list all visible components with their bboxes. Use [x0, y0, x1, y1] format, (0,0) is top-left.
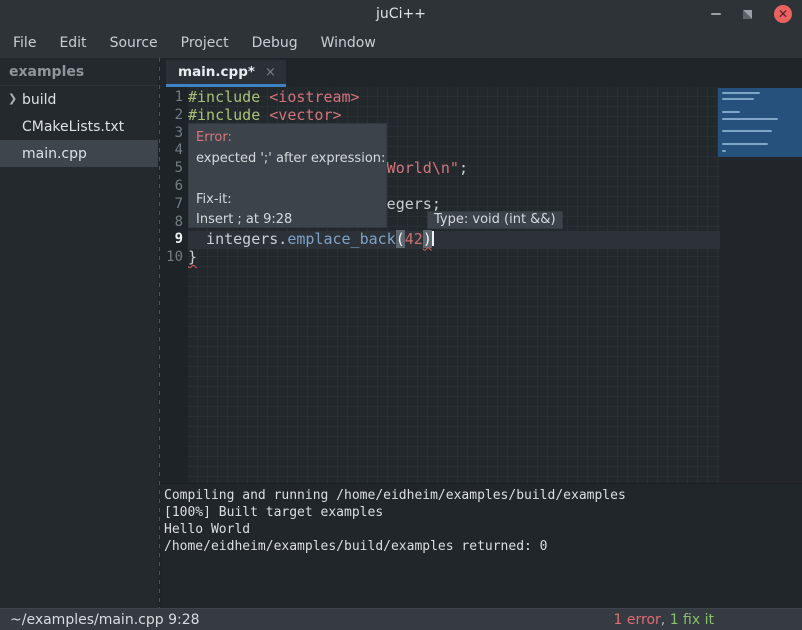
code-token: <iostream> — [269, 88, 359, 106]
code-line-2[interactable]: #include <vector> — [188, 107, 720, 125]
terminal-output-line: [100%] Built target examples — [164, 504, 802, 521]
text-cursor — [432, 231, 434, 246]
status-file-location: ~/examples/main.cpp 9:28 — [0, 612, 200, 628]
menu-item-edit[interactable]: Edit — [56, 33, 89, 53]
line-number: 10 — [161, 249, 188, 267]
menu-item-file[interactable]: File — [10, 33, 39, 53]
code-editor[interactable]: 12345678910 #include <iostream>#include … — [161, 87, 802, 483]
line-number: 8 — [161, 214, 188, 232]
line-number: 7 — [161, 196, 188, 214]
tree-item-build[interactable]: ❯build — [0, 86, 158, 113]
tooltip-spacer — [196, 169, 379, 190]
code-token: #include — [188, 88, 269, 106]
line-number: 6 — [161, 178, 188, 196]
minimap-code-line — [722, 98, 754, 100]
minimap-code-line — [722, 118, 778, 120]
tree-item-main-cpp[interactable]: main.cpp — [0, 140, 158, 167]
editor-pane: main.cpp* × 12345678910 #include <iostre… — [161, 58, 802, 608]
minimize-icon[interactable] — [711, 13, 721, 15]
tab-main-cpp[interactable]: main.cpp* × — [166, 60, 286, 87]
build-terminal[interactable]: Compiling and running /home/eidheim/exam… — [161, 483, 802, 608]
fixit-title: Fix-it: — [196, 190, 379, 211]
line-number: 1 — [161, 89, 188, 107]
line-number: 2 — [161, 107, 188, 125]
status-separator: , — [661, 612, 670, 628]
code-token: emplace_back — [287, 230, 395, 248]
menu-item-project[interactable]: Project — [178, 33, 232, 53]
line-number: 9 — [161, 231, 188, 249]
minimap-code-line — [722, 150, 726, 152]
minimap-code-line — [722, 130, 772, 132]
tab-label: main.cpp* — [178, 64, 255, 80]
terminal-output-line: Compiling and running /home/eidheim/exam… — [164, 487, 802, 504]
line-number: 5 — [161, 160, 188, 178]
code-token: } — [188, 248, 197, 266]
title-bar: juCi++ ✕ — [0, 0, 802, 28]
window-controls: ✕ — [711, 0, 792, 28]
minimap-slider[interactable] — [718, 88, 802, 157]
minimap-code-line — [722, 111, 740, 113]
tab-close-icon[interactable]: × — [265, 65, 276, 80]
code-line-9[interactable]: integers.emplace_back(42) — [188, 231, 720, 249]
line-number-gutter: 12345678910 — [161, 87, 188, 483]
diagnostic-tooltip: Error: expected ';' after expression: Fi… — [188, 123, 387, 228]
tree-item-cmakelists-txt[interactable]: CMakeLists.txt — [0, 113, 158, 140]
status-fixit-count: 1 fix it — [670, 612, 714, 628]
tree-item-label: main.cpp — [22, 146, 87, 162]
project-name: examples — [0, 58, 158, 86]
status-diagnostics: 1 error, 1 fix it — [614, 612, 714, 628]
error-message: expected ';' after expression: — [196, 149, 379, 170]
terminal-output-line: /home/eidheim/examples/build/examples re… — [164, 538, 802, 555]
code-token: ) — [423, 230, 432, 248]
line-number: 3 — [161, 125, 188, 143]
code-token: #include — [188, 106, 269, 124]
type-tooltip: Type: void (int &&) — [427, 211, 563, 229]
menu-item-window[interactable]: Window — [318, 33, 379, 53]
status-error-count: 1 error — [614, 612, 661, 628]
menu-bar: File Edit Source Project Debug Window — [0, 28, 802, 58]
code-token: <vector> — [269, 106, 341, 124]
restore-icon[interactable] — [743, 10, 752, 19]
menu-item-source[interactable]: Source — [107, 33, 161, 53]
code-token: ; — [459, 159, 468, 177]
terminal-output-line: Hello World — [164, 521, 802, 538]
minimap-code-line — [722, 143, 768, 145]
code-token: integers. — [188, 230, 287, 248]
menu-item-debug[interactable]: Debug — [249, 33, 301, 53]
code-token: ( — [396, 230, 405, 248]
project-tree: examples ❯build CMakeLists.txt main.cpp — [0, 58, 158, 608]
tree-item-label: CMakeLists.txt — [22, 119, 124, 135]
tab-bar: main.cpp* × — [161, 58, 802, 87]
window-title: juCi++ — [376, 6, 426, 22]
code-line-1[interactable]: #include <iostream> — [188, 89, 720, 107]
tree-item-label: build — [22, 92, 56, 108]
minimap-code-line — [722, 92, 760, 94]
jucipp-window: juCi++ ✕ File Edit Source Project Debug Windo… — [0, 0, 802, 630]
fixit-message: Insert ; at 9:28 — [196, 210, 379, 231]
error-title: Error: — [196, 128, 379, 149]
status-bar: ~/examples/main.cpp 9:28 1 error, 1 fix … — [0, 608, 802, 630]
main-area: examples ❯build CMakeLists.txt main.cpp ma… — [0, 58, 802, 608]
code-token: 42 — [405, 230, 423, 248]
line-number: 4 — [161, 142, 188, 160]
chevron-right-icon[interactable]: ❯ — [8, 92, 20, 105]
close-icon[interactable]: ✕ — [774, 5, 792, 23]
code-line-10[interactable]: } — [188, 249, 720, 267]
minimap[interactable] — [720, 87, 802, 483]
